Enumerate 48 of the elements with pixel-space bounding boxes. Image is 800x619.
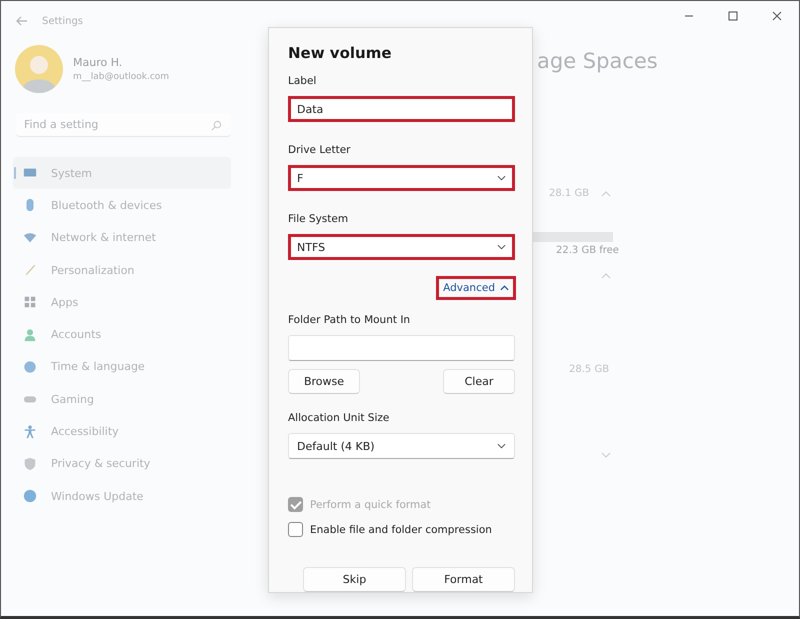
checkbox-label: Perform a quick format	[310, 498, 431, 510]
sidebar-item[interactable]: Accessibility	[13, 415, 231, 448]
sidebar-item[interactable]: Accounts	[13, 318, 231, 351]
field-label: File System	[288, 213, 350, 225]
chevron-down-icon	[497, 443, 506, 449]
field-label: Drive Letter	[288, 144, 352, 156]
sidebar-item[interactable]: Privacy & security	[13, 448, 231, 480]
caret-up-icon	[500, 285, 509, 291]
sidebar-item[interactable]: Personalization	[13, 254, 231, 286]
input-field[interactable]: Data	[288, 96, 515, 122]
dialog-button[interactable]: Clear	[443, 369, 515, 394]
chevron-up-icon[interactable]	[601, 273, 611, 279]
field-label: Allocation Unit Size	[288, 412, 390, 424]
dialog-button[interactable]: Browse	[288, 369, 360, 394]
dialog-button[interactable]: Skip	[303, 567, 406, 592]
chevron-down-icon	[497, 175, 506, 181]
field-label: Label	[288, 75, 318, 87]
sidebar-item[interactable]: Bluetooth & devices	[13, 189, 231, 222]
sidebar-item[interactable]: Gaming	[13, 383, 231, 416]
dialog-title: New volume	[288, 44, 393, 62]
page-heading: age Spaces	[537, 49, 658, 73]
sidebar-item[interactable]: Windows Update	[13, 480, 231, 512]
sidebar-item[interactable]: Network & internet	[13, 222, 231, 254]
search-icon	[211, 120, 222, 131]
advanced-toggle[interactable]: Advanced	[436, 276, 516, 300]
free-space-text: 22.3 GB free	[556, 245, 619, 256]
sidebar-item[interactable]: Apps	[13, 286, 231, 318]
chevron-down-icon	[497, 244, 506, 250]
sidebar-item[interactable]: System	[13, 157, 231, 190]
chevron-down-icon[interactable]	[601, 452, 611, 458]
user-email: m__lab@outlook.com	[73, 72, 170, 82]
dropdown[interactable]: Default (4 KB)	[288, 433, 515, 459]
dialog-button[interactable]: Format	[412, 567, 515, 592]
sidebar-item[interactable]: Time & language	[13, 350, 231, 384]
back-icon[interactable]	[16, 16, 28, 26]
checkbox-label: Enable file and folder compression	[310, 524, 492, 536]
chevron-up-icon[interactable]	[601, 191, 611, 197]
dropdown[interactable]: NTFS	[288, 234, 515, 260]
size-text: 28.1 GB	[549, 188, 590, 199]
window-title: Settings	[42, 16, 84, 26]
search-field[interactable]: Find a setting	[16, 113, 231, 137]
checkbox[interactable]	[288, 522, 303, 537]
field-label: Folder Path to Mount In	[288, 314, 412, 326]
input-field[interactable]	[288, 335, 515, 361]
dropdown[interactable]: F	[288, 165, 515, 191]
avatar-icon	[15, 45, 63, 93]
user-name: Mauro H.	[73, 56, 124, 69]
size-text: 28.5 GB	[569, 364, 610, 375]
